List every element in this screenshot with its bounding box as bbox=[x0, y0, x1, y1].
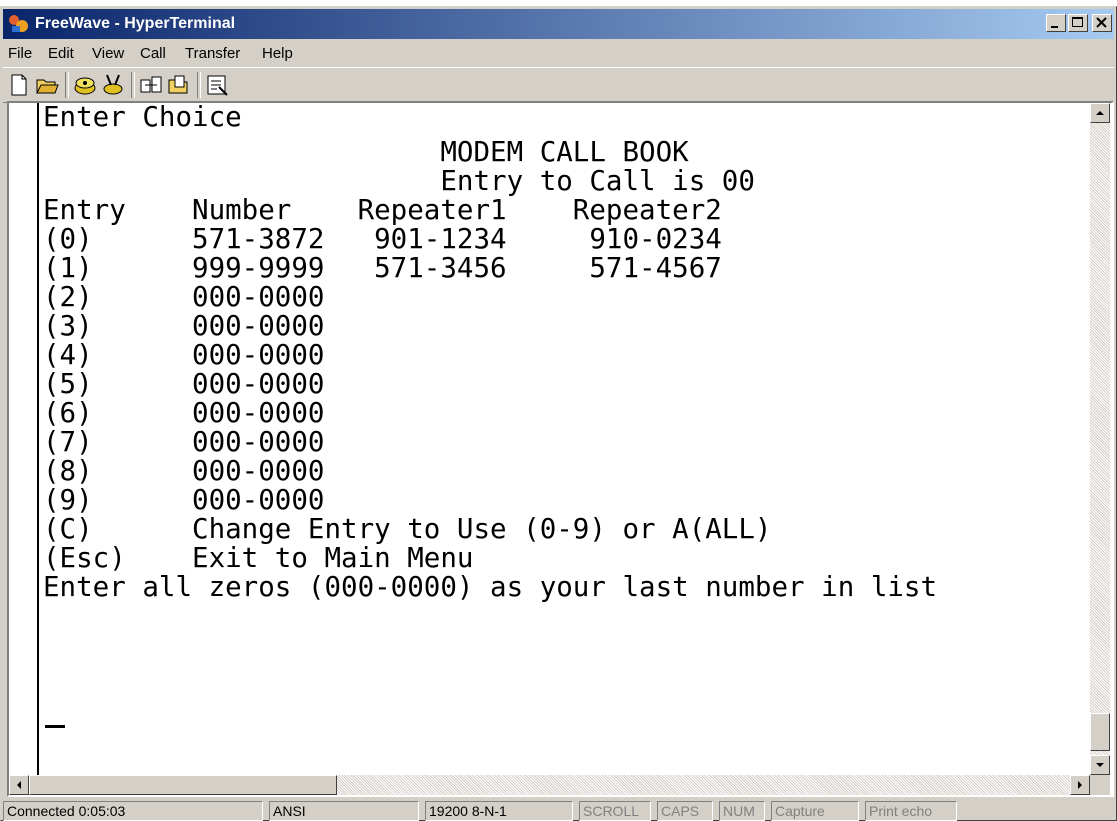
terminal-line: (7) 000-0000 bbox=[43, 426, 325, 458]
terminal-line: (1) 999-9999 571-3456 571-4567 bbox=[43, 252, 722, 284]
minimize-icon bbox=[1051, 26, 1058, 28]
menu-view[interactable]: View bbox=[92, 45, 124, 63]
minimize-button[interactable] bbox=[1046, 14, 1066, 32]
terminal-line: (8) 000-0000 bbox=[43, 455, 325, 487]
arrow-left-icon bbox=[17, 781, 21, 789]
scroll-right-button[interactable] bbox=[1070, 775, 1090, 795]
hyperterminal-app-icon bbox=[8, 14, 30, 34]
scrollbar-corner bbox=[1090, 775, 1110, 795]
terminal-frame: Enter Choice MODEM CALL BOOK Entry to Ca… bbox=[7, 101, 1114, 797]
terminal-line: (6) 000-0000 bbox=[43, 397, 325, 429]
receive-icon[interactable] bbox=[167, 73, 191, 97]
status-emulation: ANSI bbox=[269, 801, 419, 821]
menu-help[interactable]: Help bbox=[262, 45, 293, 63]
maximize-button[interactable] bbox=[1068, 14, 1088, 32]
status-bar: Connected 0:05:03 ANSI 19200 8-N-1 SCROL… bbox=[3, 799, 1114, 821]
terminal-cursor bbox=[45, 725, 65, 728]
status-settings: 19200 8-N-1 bbox=[425, 801, 573, 821]
title-bar[interactable]: FreeWave - HyperTerminal bbox=[3, 9, 1114, 39]
terminal-line: Entry Number Repeater1 Repeater2 bbox=[43, 194, 722, 226]
properties-icon[interactable] bbox=[205, 73, 229, 97]
send-icon[interactable] bbox=[139, 73, 163, 97]
status-connected: Connected 0:05:03 bbox=[3, 801, 263, 821]
hyperterminal-window: FreeWave - HyperTerminal File Edit View … bbox=[0, 6, 1117, 821]
terminal-line: (Esc) Exit to Main Menu bbox=[43, 542, 474, 574]
vertical-scroll-thumb[interactable] bbox=[1090, 713, 1110, 751]
terminal-line: Entry to Call is 00 bbox=[43, 165, 755, 197]
horizontal-scrollbar[interactable] bbox=[9, 775, 1090, 795]
terminal-line: (3) 000-0000 bbox=[43, 310, 325, 342]
arrow-right-icon bbox=[1078, 781, 1082, 789]
terminal-line: (4) 000-0000 bbox=[43, 339, 325, 371]
terminal-line: (C) Change Entry to Use (0-9) or A(ALL) bbox=[43, 513, 772, 545]
status-capture: Capture bbox=[771, 801, 859, 821]
horizontal-scroll-thumb[interactable] bbox=[29, 775, 337, 795]
disconnect-icon[interactable] bbox=[101, 73, 125, 97]
maximize-icon bbox=[1072, 17, 1083, 27]
menu-transfer[interactable]: Transfer bbox=[185, 45, 240, 63]
connect-icon[interactable] bbox=[73, 73, 97, 97]
menu-call[interactable]: Call bbox=[140, 45, 166, 63]
status-print-echo: Print echo bbox=[865, 801, 957, 821]
status-scroll: SCROLL bbox=[579, 801, 651, 821]
toolbar-separator bbox=[131, 72, 135, 98]
menu-bar: File Edit View Call Transfer Help bbox=[3, 42, 1114, 66]
terminal-screen[interactable]: Enter Choice MODEM CALL BOOK Entry to Ca… bbox=[37, 103, 1089, 775]
scroll-left-button[interactable] bbox=[9, 775, 29, 795]
toolbar bbox=[3, 67, 1114, 103]
terminal-line: (2) 000-0000 bbox=[43, 281, 325, 313]
terminal-line: Enter Choice bbox=[43, 101, 242, 133]
window-title: FreeWave - HyperTerminal bbox=[35, 15, 236, 32]
arrow-up-icon bbox=[1096, 111, 1104, 115]
toolbar-separator bbox=[197, 72, 201, 98]
toolbar-separator bbox=[65, 72, 69, 98]
new-connection-icon[interactable] bbox=[7, 73, 31, 97]
vertical-scrollbar[interactable] bbox=[1090, 103, 1110, 775]
close-icon bbox=[1096, 17, 1107, 28]
close-button[interactable] bbox=[1092, 14, 1112, 32]
scroll-down-button[interactable] bbox=[1090, 755, 1110, 775]
terminal-line: (0) 571-3872 901-1234 910-0234 bbox=[43, 223, 722, 255]
arrow-down-icon bbox=[1096, 763, 1104, 767]
status-num: NUM bbox=[719, 801, 765, 821]
terminal-line: (9) 000-0000 bbox=[43, 484, 325, 516]
scroll-up-button[interactable] bbox=[1090, 103, 1110, 123]
terminal-line: (5) 000-0000 bbox=[43, 368, 325, 400]
open-icon[interactable] bbox=[35, 73, 59, 97]
status-caps: CAPS bbox=[657, 801, 713, 821]
terminal-line: MODEM CALL BOOK bbox=[43, 136, 689, 168]
terminal-line: Enter all zeros (000-0000) as your last … bbox=[43, 571, 938, 603]
menu-edit[interactable]: Edit bbox=[48, 45, 74, 63]
menu-file[interactable]: File bbox=[8, 45, 32, 63]
